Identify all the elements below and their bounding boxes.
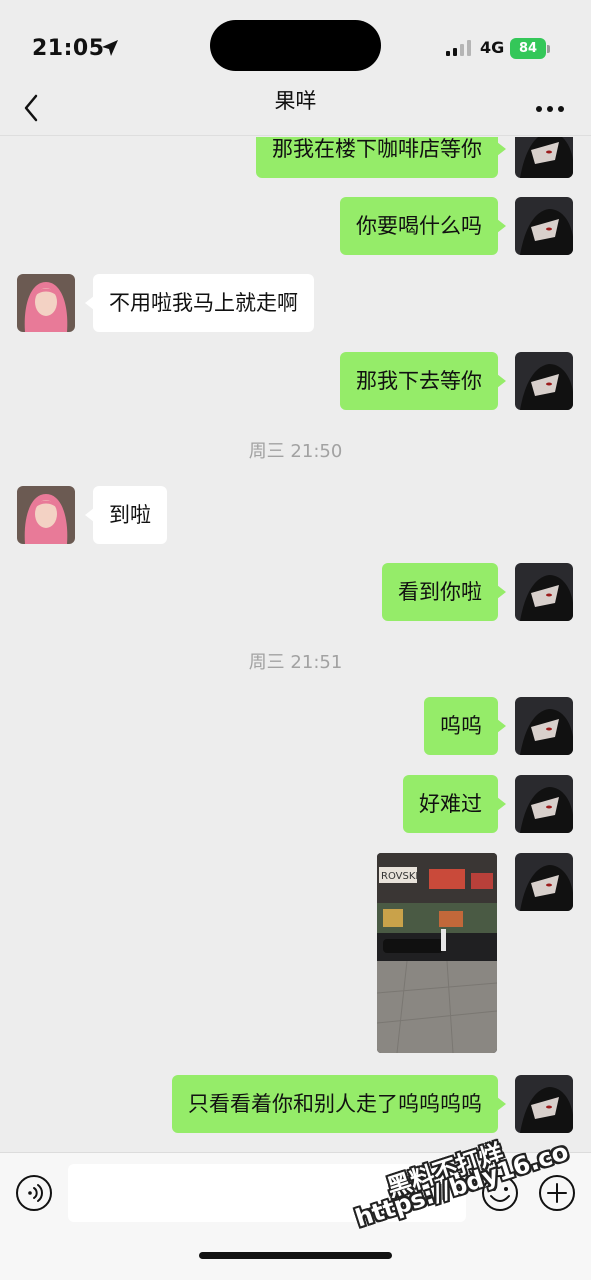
message-timestamp: 周三 21:51 xyxy=(248,652,343,673)
message-text: 你要喝什么吗 xyxy=(356,214,482,238)
my-avatar[interactable] xyxy=(515,697,573,755)
my-avatar[interactable] xyxy=(515,563,573,621)
battery-tip xyxy=(547,45,550,53)
chat-header: 果咩 xyxy=(0,80,591,136)
signal-icon xyxy=(446,40,471,56)
message-text: 那我下去等你 xyxy=(356,369,482,393)
contact-avatar[interactable] xyxy=(17,486,75,544)
message-list[interactable]: 那我在楼下咖啡店等你 你要喝什么吗 不用啦我马上就走啊 那我下去等你 周三 21… xyxy=(0,137,591,1152)
message-bubble-sent[interactable]: 呜呜 xyxy=(424,697,506,755)
battery-indicator: 84 xyxy=(510,38,546,59)
my-avatar[interactable] xyxy=(515,1075,573,1133)
dynamic-island xyxy=(210,20,381,71)
home-indicator xyxy=(199,1252,392,1259)
message-bubble-sent[interactable]: 那我在楼下咖啡店等你 xyxy=(256,137,506,178)
voice-icon[interactable] xyxy=(14,1173,54,1213)
network-type: 4G xyxy=(480,38,505,57)
my-avatar[interactable] xyxy=(515,137,573,178)
message-text: 不用啦我马上就走啊 xyxy=(109,291,298,315)
message-bubble-sent[interactable]: 好难过 xyxy=(403,775,506,833)
message-text: 到啦 xyxy=(109,503,151,527)
plus-icon[interactable] xyxy=(537,1173,577,1213)
emoji-icon[interactable] xyxy=(480,1173,520,1213)
status-time: 21:05 xyxy=(32,36,105,61)
image-message[interactable]: ROVSKI xyxy=(377,853,497,1053)
contact-avatar[interactable] xyxy=(17,274,75,332)
more-dots-icon[interactable] xyxy=(530,88,570,118)
message-text: 那我在楼下咖啡店等你 xyxy=(272,137,482,161)
message-timestamp: 周三 21:50 xyxy=(248,441,343,462)
message-bubble-received[interactable]: 不用啦我马上就走啊 xyxy=(85,274,314,332)
message-input[interactable] xyxy=(68,1164,466,1222)
chat-title: 果咩 xyxy=(274,89,317,113)
image-sign-text: ROVSKI xyxy=(381,871,418,882)
message-text: 好难过 xyxy=(419,792,482,816)
my-avatar[interactable] xyxy=(515,853,573,911)
message-bubble-sent[interactable]: 看到你啦 xyxy=(382,563,506,621)
my-avatar[interactable] xyxy=(515,775,573,833)
message-bubble-sent[interactable]: 那我下去等你 xyxy=(340,352,506,410)
my-avatar[interactable] xyxy=(515,352,573,410)
message-bubble-received[interactable]: 到啦 xyxy=(85,486,167,544)
message-composer xyxy=(0,1152,591,1280)
status-bar: 21:05 4G 84 xyxy=(0,0,591,80)
message-text: 只看看着你和别人走了呜呜呜呜 xyxy=(188,1092,482,1116)
message-bubble-sent[interactable]: 只看看着你和别人走了呜呜呜呜 xyxy=(172,1075,506,1133)
location-arrow-icon xyxy=(102,40,118,56)
my-avatar[interactable] xyxy=(515,197,573,255)
battery-level: 84 xyxy=(518,41,538,56)
message-text: 呜呜 xyxy=(440,714,482,738)
message-text: 看到你啦 xyxy=(398,580,482,604)
message-bubble-sent[interactable]: 你要喝什么吗 xyxy=(340,197,506,255)
